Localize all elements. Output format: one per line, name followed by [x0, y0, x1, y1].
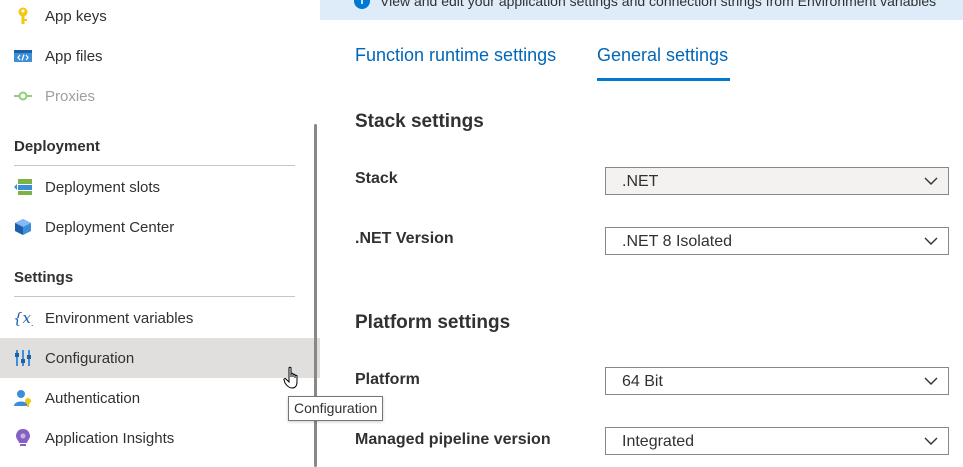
net-version-dropdown[interactable]: .NET 8 Isolated: [605, 227, 949, 255]
sidebar-item-configuration[interactable]: Configuration: [0, 338, 320, 378]
sidebar-item-label: Authentication: [45, 389, 141, 407]
variable-icon: {x}: [13, 308, 33, 328]
app-root: App keys App files Proxies Deployment De…: [0, 0, 963, 467]
section-divider: [14, 165, 295, 166]
sidebar-item-label: Application Insights: [45, 429, 175, 447]
configuration-tooltip: Configuration: [288, 396, 384, 421]
sidebar-item-label: App files: [45, 47, 103, 65]
platform-settings-heading: Platform settings: [355, 312, 511, 333]
sidebar-item-label: Proxies: [45, 87, 96, 105]
sidebar: App keys App files Proxies Deployment De…: [0, 0, 320, 467]
sidebar-item-label: App keys: [45, 7, 107, 25]
key-icon: [13, 6, 33, 26]
sidebar-item-label: Configuration: [45, 349, 135, 367]
chevron-down-icon: [924, 377, 938, 385]
stack-settings-heading: Stack settings: [355, 111, 484, 132]
info-icon: i: [354, 0, 370, 9]
info-banner: i View and edit your application setting…: [320, 0, 963, 20]
deployment-slots-icon: [13, 177, 33, 197]
net-version-label: .NET Version: [355, 230, 454, 247]
stack-dropdown[interactable]: .NET: [605, 167, 949, 195]
sidebar-section-settings: Settings: [14, 269, 74, 286]
authentication-icon: [13, 388, 33, 408]
platform-label: Platform: [355, 371, 420, 388]
svg-text:{x}: {x}: [13, 309, 33, 327]
application-insights-icon: [13, 428, 33, 448]
pipeline-value: Integrated: [622, 433, 695, 450]
platform-value: 64 Bit: [622, 373, 663, 390]
sidebar-item-app-keys[interactable]: App keys: [0, 0, 320, 36]
chevron-down-icon: [924, 237, 938, 245]
deployment-center-icon: [13, 217, 33, 237]
sidebar-item-proxies[interactable]: Proxies: [0, 76, 320, 116]
sidebar-item-environment-variables[interactable]: {x} Environment variables: [0, 298, 320, 338]
pipeline-dropdown[interactable]: Integrated: [605, 427, 949, 455]
tab-function-runtime-settings[interactable]: Function runtime settings: [355, 45, 556, 66]
net-version-value: .NET 8 Isolated: [622, 233, 732, 250]
stack-value: .NET: [622, 173, 659, 190]
sidebar-item-deployment-slots[interactable]: Deployment slots: [0, 167, 320, 207]
sidebar-item-label: Environment variables: [45, 309, 194, 327]
platform-dropdown[interactable]: 64 Bit: [605, 367, 949, 395]
sidebar-item-deployment-center[interactable]: Deployment Center: [0, 207, 320, 247]
sidebar-item-application-insights[interactable]: Application Insights: [0, 418, 320, 458]
chevron-down-icon: [924, 437, 938, 445]
sidebar-item-authentication[interactable]: Authentication: [0, 378, 320, 418]
configuration-icon: [13, 348, 33, 368]
sidebar-item-label: Deployment Center: [45, 218, 175, 236]
section-divider: [14, 296, 295, 297]
tab-general-settings[interactable]: General settings: [597, 45, 728, 66]
hand-cursor-icon: [283, 366, 298, 389]
stack-label: Stack: [355, 170, 398, 187]
sidebar-item-label: Deployment slots: [45, 178, 161, 196]
chevron-down-icon: [924, 177, 938, 185]
active-tab-indicator: [597, 78, 730, 81]
pipeline-label: Managed pipeline version: [355, 431, 551, 448]
banner-text: View and edit your application settings …: [380, 0, 937, 9]
sidebar-item-app-files[interactable]: App files: [0, 36, 320, 76]
sidebar-section-deployment: Deployment: [14, 138, 100, 155]
code-file-icon: [13, 46, 33, 66]
proxy-icon: [13, 86, 33, 106]
